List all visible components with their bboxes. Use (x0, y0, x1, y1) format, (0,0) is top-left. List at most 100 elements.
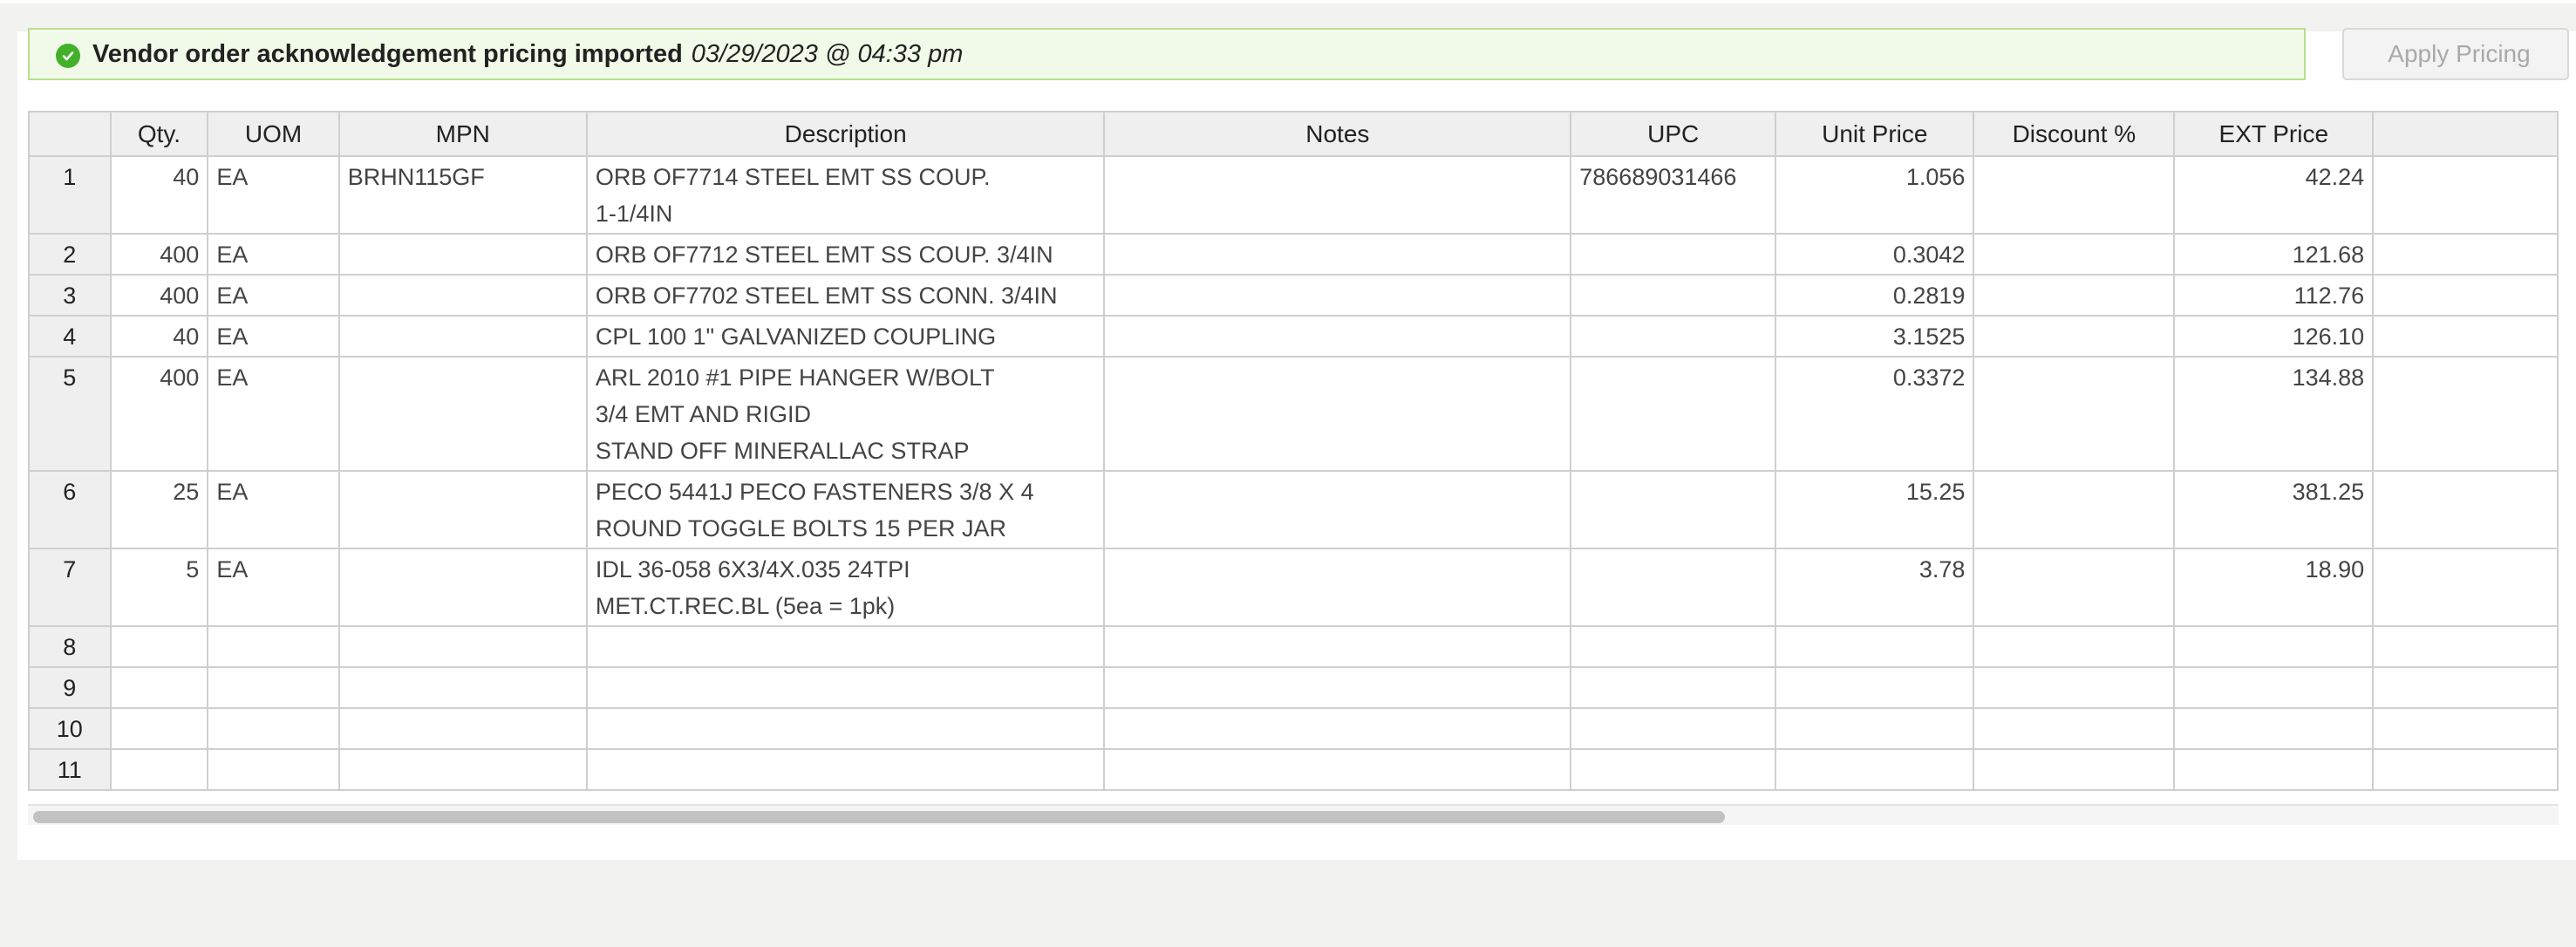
unit-price-cell[interactable]: 0.3042 (1775, 233, 1975, 276)
ext-price-cell[interactable]: 134.88 (2173, 356, 2375, 472)
column-header-mpn[interactable]: MPN (337, 111, 588, 157)
upc-cell[interactable] (1570, 315, 1777, 358)
table-row[interactable]: 10 (28, 707, 2559, 750)
notes-cell[interactable] (1103, 274, 1572, 317)
qty-cell[interactable]: 40 (109, 155, 209, 235)
upc-cell[interactable] (1570, 470, 1777, 549)
description-cell[interactable]: CPL 100 1" GALVANIZED COUPLING (585, 315, 1106, 358)
table-row[interactable]: 4 40 EA CPL 100 1" GALVANIZED COUPLING 3.152… (28, 315, 2559, 358)
discount-cell[interactable] (1973, 666, 2176, 709)
upc-cell[interactable] (1570, 274, 1777, 317)
next-column-cell[interactable] (2372, 274, 2559, 317)
mpn-cell[interactable] (337, 548, 588, 627)
unit-price-cell[interactable] (1775, 625, 1975, 668)
ext-price-cell[interactable]: 112.76 (2173, 274, 2375, 317)
column-header-description[interactable]: Description (585, 111, 1106, 157)
qty-cell[interactable]: 40 (109, 315, 209, 358)
uom-cell[interactable]: EA (207, 155, 340, 235)
next-column-cell[interactable] (2372, 548, 2559, 627)
table-row[interactable]: 6 25 EA PECO 5441J PECO FASTENERS 3/8 X 4 RO… (28, 470, 2559, 549)
ext-price-cell[interactable]: 381.25 (2173, 470, 2375, 549)
notes-cell[interactable] (1103, 707, 1572, 750)
mpn-cell[interactable] (337, 625, 588, 668)
mpn-cell[interactable] (337, 274, 588, 317)
next-column-cell[interactable] (2372, 470, 2559, 549)
qty-cell[interactable] (109, 748, 209, 791)
discount-cell[interactable] (1973, 470, 2176, 549)
description-cell[interactable]: PECO 5441J PECO FASTENERS 3/8 X 4 ROUND T… (585, 470, 1106, 549)
uom-cell[interactable] (207, 748, 340, 791)
discount-cell[interactable] (1973, 356, 2176, 472)
uom-cell[interactable]: EA (207, 470, 340, 549)
column-header-ext-price[interactable]: EXT Price (2173, 111, 2375, 157)
qty-cell[interactable]: 5 (109, 548, 209, 627)
next-column-cell[interactable] (2372, 155, 2559, 235)
notes-cell[interactable] (1103, 470, 1572, 549)
mpn-cell[interactable] (337, 356, 588, 472)
ext-price-cell[interactable]: 126.10 (2173, 315, 2375, 358)
notes-cell[interactable] (1103, 666, 1572, 709)
table-row[interactable]: 9 (28, 666, 2559, 709)
description-cell[interactable]: ORB OF7702 STEEL EMT SS CONN. 3/4IN (585, 274, 1106, 317)
discount-cell[interactable] (1973, 625, 2176, 668)
mpn-cell[interactable] (337, 707, 588, 750)
next-column-cell[interactable] (2372, 625, 2559, 668)
ext-price-cell[interactable]: 18.90 (2173, 548, 2375, 627)
column-header-unit-price[interactable]: Unit Price (1775, 111, 1975, 157)
column-header-qty[interactable]: Qty. (109, 111, 209, 157)
notes-cell[interactable] (1103, 233, 1572, 276)
next-column-cell[interactable] (2372, 233, 2559, 276)
column-header-upc[interactable]: UPC (1570, 111, 1777, 157)
upc-cell[interactable] (1570, 748, 1777, 791)
upc-cell[interactable] (1570, 625, 1777, 668)
discount-cell[interactable] (1973, 707, 2176, 750)
mpn-cell[interactable] (337, 233, 588, 276)
unit-price-cell[interactable]: 0.3372 (1775, 356, 1975, 472)
qty-cell[interactable] (109, 666, 209, 709)
notes-cell[interactable] (1103, 548, 1572, 627)
description-cell[interactable] (585, 707, 1106, 750)
mpn-cell[interactable] (337, 315, 588, 358)
upc-cell[interactable] (1570, 666, 1777, 709)
unit-price-cell[interactable]: 15.25 (1775, 470, 1975, 549)
description-cell[interactable]: ORB OF7714 STEEL EMT SS COUP. 1-1/4IN (585, 155, 1106, 235)
table-row[interactable]: 5 400 EA ARL 2010 #1 PIPE HANGER W/BOLT 3/4 … (28, 356, 2559, 472)
qty-cell[interactable] (109, 707, 209, 750)
column-header-notes[interactable]: Notes (1103, 111, 1572, 157)
notes-cell[interactable] (1103, 356, 1572, 472)
uom-cell[interactable]: EA (207, 315, 340, 358)
description-cell[interactable]: ORB OF7712 STEEL EMT SS COUP. 3/4IN (585, 233, 1106, 276)
qty-cell[interactable]: 400 (109, 274, 209, 317)
discount-cell[interactable] (1973, 274, 2176, 317)
ext-price-cell[interactable] (2173, 625, 2375, 668)
ext-price-cell[interactable]: 42.24 (2173, 155, 2375, 235)
notes-cell[interactable] (1103, 748, 1572, 791)
notes-cell[interactable] (1103, 625, 1572, 668)
uom-cell[interactable] (207, 707, 340, 750)
next-column-cell[interactable] (2372, 315, 2559, 358)
description-cell[interactable]: IDL 36-058 6X3/4X.035 24TPI MET.CT.REC.BL… (585, 548, 1106, 627)
column-header-uom[interactable]: UOM (207, 111, 340, 157)
uom-cell[interactable]: EA (207, 356, 340, 472)
uom-cell[interactable]: EA (207, 274, 340, 317)
upc-cell[interactable] (1570, 707, 1777, 750)
unit-price-cell[interactable]: 3.1525 (1775, 315, 1975, 358)
discount-cell[interactable] (1973, 315, 2176, 358)
qty-cell[interactable] (109, 625, 209, 668)
apply-pricing-button[interactable]: Apply Pricing (2342, 28, 2569, 80)
upc-cell[interactable] (1570, 233, 1777, 276)
table-row[interactable]: 7 5 EA IDL 36-058 6X3/4X.035 24TPI MET.CT.RE… (28, 548, 2559, 627)
upc-cell[interactable] (1570, 356, 1777, 472)
description-cell[interactable] (585, 625, 1106, 668)
unit-price-cell[interactable]: 1.056 (1775, 155, 1975, 235)
qty-cell[interactable]: 25 (109, 470, 209, 549)
column-header-discount[interactable]: Discount % (1973, 111, 2176, 157)
description-cell[interactable]: ARL 2010 #1 PIPE HANGER W/BOLT 3/4 EMT AN… (585, 356, 1106, 472)
table-row[interactable]: 8 (28, 625, 2559, 668)
unit-price-cell[interactable] (1775, 748, 1975, 791)
upc-cell[interactable] (1570, 548, 1777, 627)
next-column-cell[interactable] (2372, 356, 2559, 472)
discount-cell[interactable] (1973, 155, 2176, 235)
uom-cell[interactable]: EA (207, 233, 340, 276)
table-row[interactable]: 2 400 EA ORB OF7712 STEEL EMT SS COUP. 3/4I… (28, 233, 2559, 276)
